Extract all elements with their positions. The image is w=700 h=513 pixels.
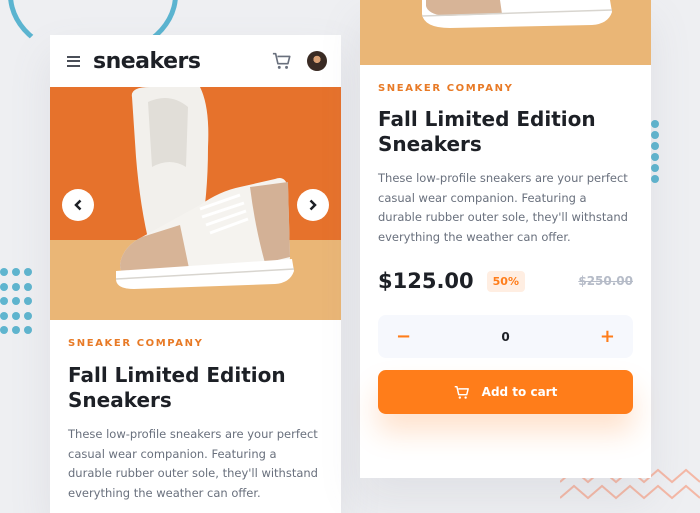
decorative-dots-left xyxy=(0,268,34,338)
chevron-left-icon xyxy=(74,199,82,211)
site-header: sneakers xyxy=(50,35,341,87)
cart-icon xyxy=(454,385,469,399)
chevron-right-icon xyxy=(309,199,317,211)
product-description: These low-profile sneakers are your perf… xyxy=(378,171,628,244)
sneaker-image-bottom xyxy=(421,0,613,28)
company-name: Sneaker Company xyxy=(68,338,204,349)
menu-icon[interactable] xyxy=(67,55,80,67)
product-title: Fall Limited Edition Sneakers xyxy=(68,363,286,412)
quantity-value: 0 xyxy=(501,329,510,344)
decorative-dots-right xyxy=(651,120,661,183)
avatar[interactable] xyxy=(307,51,327,71)
product-image-cropped xyxy=(360,0,651,65)
quantity-stepper: − 0 + xyxy=(378,315,633,358)
increase-quantity-button[interactable]: + xyxy=(600,327,615,346)
decrease-quantity-button[interactable]: − xyxy=(396,327,411,346)
add-to-cart-label: Add to cart xyxy=(481,385,558,399)
next-image-button[interactable] xyxy=(297,189,329,221)
original-price: $250.00 xyxy=(578,274,633,288)
add-to-cart-button[interactable]: Add to cart xyxy=(378,370,633,414)
mobile-product-card: sneakers Sneaker Company xyxy=(50,35,341,513)
mobile-product-card-scrolled: Sneaker Company Fall Limited Edition Sne… xyxy=(360,0,651,478)
cart-icon[interactable] xyxy=(272,51,292,71)
discount-badge: 50% xyxy=(486,270,525,292)
price-row: $125.00 50% $250.00 xyxy=(378,269,633,293)
brand-logo[interactable]: sneakers xyxy=(93,49,201,74)
product-image xyxy=(50,87,341,320)
company-name: Sneaker Company xyxy=(378,83,514,94)
current-price: $125.00 xyxy=(378,269,474,293)
product-title: Fall Limited Edition Sneakers xyxy=(378,107,596,156)
previous-image-button[interactable] xyxy=(62,189,94,221)
product-description: These low-profile sneakers are your perf… xyxy=(68,427,318,500)
